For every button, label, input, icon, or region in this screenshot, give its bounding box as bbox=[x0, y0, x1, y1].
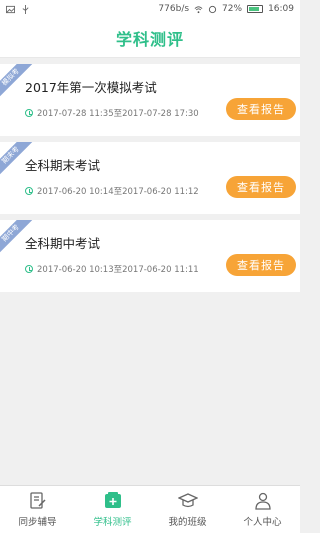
tab-label: 同步辅导 bbox=[18, 517, 57, 528]
bottom-tab-bar: 同步辅导 学科测评 我的班级 个人中心 bbox=[0, 485, 300, 533]
exam-time-row: 2017-06-20 10:14至2017-06-20 11:12 bbox=[25, 185, 199, 197]
tab-label: 个人中心 bbox=[243, 517, 282, 528]
status-right: 776b/s 72% 16:09 bbox=[158, 4, 294, 14]
exam-list: 模拟考 2017年第一次模拟考试 2017-07-28 11:35至2017-0… bbox=[0, 58, 300, 292]
exam-card[interactable]: 期中考 全科期中考试 2017-06-20 10:13至2017-06-20 1… bbox=[0, 220, 300, 292]
book-edit-icon bbox=[29, 492, 46, 509]
view-report-button[interactable]: 查看报告 bbox=[226, 98, 296, 120]
page-title: 学科测评 bbox=[115, 29, 184, 49]
view-report-button[interactable]: 查看报告 bbox=[226, 254, 296, 276]
exam-time-row: 2017-06-20 10:13至2017-06-20 11:11 bbox=[25, 263, 199, 275]
status-bar: 776b/s 72% 16:09 bbox=[0, 0, 300, 18]
clock-icon bbox=[25, 109, 33, 117]
tab-assessment[interactable]: 学科测评 bbox=[75, 486, 150, 533]
clock-time: 16:09 bbox=[268, 4, 294, 14]
exam-name: 全科期末考试 bbox=[25, 158, 101, 173]
exam-card[interactable]: 模拟考 2017年第一次模拟考试 2017-07-28 11:35至2017-0… bbox=[0, 64, 300, 136]
view-report-button[interactable]: 查看报告 bbox=[226, 176, 296, 198]
exam-time: 2017-07-28 11:35至2017-07-28 17:30 bbox=[37, 109, 199, 119]
usb-icon bbox=[22, 4, 29, 14]
battery-icon bbox=[247, 5, 264, 13]
sync-icon bbox=[208, 5, 217, 13]
image-notification-icon bbox=[6, 5, 15, 13]
exam-name: 2017年第一次模拟考试 bbox=[25, 80, 157, 95]
clock-icon bbox=[25, 187, 33, 195]
exam-time: 2017-06-20 10:13至2017-06-20 11:11 bbox=[37, 265, 199, 275]
assessment-icon bbox=[104, 492, 121, 508]
tab-sync-tutoring[interactable]: 同步辅导 bbox=[0, 486, 75, 533]
network-speed: 776b/s bbox=[158, 4, 190, 14]
tab-personal-center[interactable]: 个人中心 bbox=[225, 486, 300, 533]
exam-card[interactable]: 期末考 全科期末考试 2017-06-20 10:14至2017-06-20 1… bbox=[0, 142, 300, 214]
exam-time: 2017-06-20 10:14至2017-06-20 11:12 bbox=[37, 187, 199, 197]
exam-name: 全科期中考试 bbox=[25, 236, 101, 251]
graduation-cap-icon bbox=[177, 493, 198, 508]
status-left bbox=[6, 4, 30, 14]
clock-icon bbox=[25, 265, 33, 273]
battery-percent: 72% bbox=[222, 4, 243, 14]
tab-label: 学科测评 bbox=[93, 517, 132, 528]
exam-time-row: 2017-07-28 11:35至2017-07-28 17:30 bbox=[25, 107, 199, 119]
title-bar: 学科测评 bbox=[0, 18, 300, 58]
tab-label: 我的班级 bbox=[168, 517, 207, 528]
person-icon bbox=[254, 492, 271, 510]
tab-my-class[interactable]: 我的班级 bbox=[150, 486, 225, 533]
wifi-icon bbox=[194, 5, 203, 13]
